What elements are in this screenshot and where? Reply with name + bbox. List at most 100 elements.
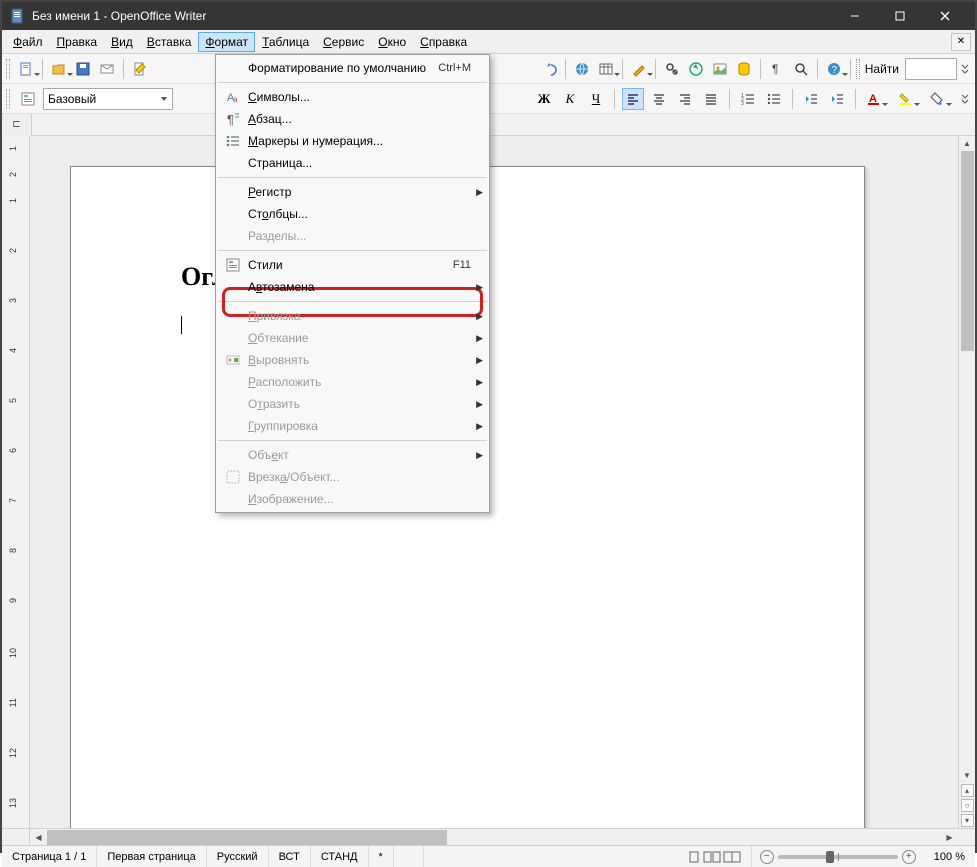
next-page-nav-button[interactable]: ▾ xyxy=(961,814,974,827)
gallery-button[interactable] xyxy=(709,58,731,80)
increase-indent-button[interactable] xyxy=(826,88,848,110)
menu-item-форматированиепоумолчанию[interactable]: Форматирование по умолчаниюCtrl+M xyxy=(216,57,489,79)
menu-item-абзац[interactable]: ¶Абзац... xyxy=(216,108,489,130)
scroll-left-arrow[interactable]: ◀ xyxy=(30,829,47,845)
data-sources-button[interactable] xyxy=(733,58,755,80)
ruler-tick: 5 xyxy=(8,398,18,403)
toolbar-handle[interactable] xyxy=(6,89,10,109)
menu-item-маркерыинумерация[interactable]: Маркеры и нумерация... xyxy=(216,130,489,152)
multi-page-icon[interactable] xyxy=(703,851,721,863)
find-input[interactable] xyxy=(905,58,957,80)
save-button[interactable] xyxy=(72,58,94,80)
book-view-icon[interactable] xyxy=(723,851,741,863)
menu-item-страница[interactable]: Страница... xyxy=(216,152,489,174)
align-justify-button[interactable] xyxy=(700,88,722,110)
menu-item-столбцы[interactable]: Столбцы... xyxy=(216,203,489,225)
paragraph-style-combo[interactable]: Базовый xyxy=(43,88,173,110)
nonprinting-chars-button[interactable]: ¶ xyxy=(766,58,788,80)
background-color-button[interactable] xyxy=(927,88,949,110)
maximize-button[interactable] xyxy=(877,2,922,30)
zoom-button[interactable] xyxy=(790,58,812,80)
language-cell[interactable]: Русский xyxy=(207,846,269,867)
underline-button[interactable]: Ч xyxy=(585,88,607,110)
menu-item-автозамена[interactable]: Автозамена▶ xyxy=(216,276,489,298)
undo-button[interactable] xyxy=(538,58,560,80)
find-toolbar-handle[interactable] xyxy=(856,59,860,79)
hscroll-thumb[interactable] xyxy=(47,830,447,845)
edit-file-button[interactable] xyxy=(129,58,151,80)
menu-правка[interactable]: Правка xyxy=(50,32,105,52)
align-center-button[interactable] xyxy=(648,88,670,110)
menu-вид[interactable]: Вид xyxy=(104,32,140,52)
scroll-up-arrow[interactable]: ▲ xyxy=(960,136,975,151)
menu-item-label: Врезка/Объект... xyxy=(246,470,471,484)
scroll-down-arrow[interactable]: ▼ xyxy=(960,768,975,783)
minimize-button[interactable] xyxy=(832,2,877,30)
styles-window-button[interactable] xyxy=(17,88,39,110)
highlight-button[interactable] xyxy=(895,88,917,110)
menu-справка[interactable]: Справка xyxy=(413,32,474,52)
close-button[interactable] xyxy=(922,2,967,30)
zoom-slider[interactable] xyxy=(778,855,898,859)
table-button[interactable] xyxy=(595,58,617,80)
help-button[interactable]: ? xyxy=(823,58,845,80)
bulleted-list-button[interactable] xyxy=(763,88,785,110)
bold-button[interactable]: Ж xyxy=(533,88,555,110)
menu-item-label: Объект xyxy=(246,448,471,462)
email-button[interactable] xyxy=(96,58,118,80)
new-document-button[interactable] xyxy=(15,58,37,80)
numbered-list-button[interactable]: 123 xyxy=(737,88,759,110)
menu-item-label: Группировка xyxy=(246,419,471,433)
scroll-thumb[interactable] xyxy=(961,151,974,351)
document-area[interactable]: Огл xyxy=(30,136,958,828)
menu-item-label: Стили xyxy=(246,258,453,272)
scroll-track[interactable] xyxy=(960,151,975,768)
align-left-button[interactable] xyxy=(622,88,644,110)
menu-вставка[interactable]: Вставка xyxy=(140,32,199,52)
navigator-button[interactable] xyxy=(685,58,707,80)
navigation-button[interactable]: ○ xyxy=(961,799,974,812)
single-page-icon[interactable] xyxy=(687,851,701,863)
ruler-tick: 11 xyxy=(8,698,18,707)
toolbar-handle[interactable] xyxy=(6,59,10,79)
submenu-arrow-icon: ▶ xyxy=(471,311,483,322)
title-bar: Без имени 1 - OpenOffice Writer xyxy=(2,2,975,30)
find-replace-button[interactable] xyxy=(661,58,683,80)
toolbar-overflow-button[interactable] xyxy=(959,58,971,80)
menu-формат[interactable]: Формат xyxy=(198,32,255,52)
vertical-scrollbar[interactable]: ▲ ▼ ▴ ○ ▾ xyxy=(958,136,975,828)
align-icon xyxy=(220,352,246,368)
menu-item-разделы: Разделы... xyxy=(216,225,489,247)
vertical-ruler[interactable]: 1212345678910111213 xyxy=(2,136,30,828)
zoom-in-button[interactable]: + xyxy=(902,850,916,864)
menu-item-label: Автозамена xyxy=(246,280,471,294)
menu-item-регистр[interactable]: Регистр▶ xyxy=(216,181,489,203)
zoom-value-cell[interactable]: 100 % xyxy=(924,846,975,867)
menu-item-группировка: Группировка▶ xyxy=(216,415,489,437)
menu-таблица[interactable]: Таблица xyxy=(255,32,316,52)
align-right-button[interactable] xyxy=(674,88,696,110)
insert-mode-cell[interactable]: ВСТ xyxy=(269,846,311,867)
page-number-cell[interactable]: Страница 1 / 1 xyxy=(2,846,97,867)
menu-окно[interactable]: Окно xyxy=(371,32,413,52)
decrease-indent-button[interactable] xyxy=(800,88,822,110)
scroll-right-arrow[interactable]: ▶ xyxy=(941,829,958,845)
font-color-button[interactable]: A xyxy=(863,88,885,110)
zoom-out-button[interactable]: − xyxy=(760,850,774,864)
italic-button[interactable]: К xyxy=(559,88,581,110)
hyperlink-button[interactable] xyxy=(571,58,593,80)
menu-файл[interactable]: Файл xyxy=(6,32,50,52)
page-style-cell[interactable]: Первая страница xyxy=(97,846,206,867)
menu-сервис[interactable]: Сервис xyxy=(316,32,371,52)
menu-item-стили[interactable]: СтилиF11 xyxy=(216,254,489,276)
view-layout-cell[interactable] xyxy=(677,846,752,867)
open-button[interactable] xyxy=(48,58,70,80)
draw-functions-button[interactable] xyxy=(628,58,650,80)
selection-mode-cell[interactable]: СТАНД xyxy=(311,846,369,867)
close-document-button[interactable]: ✕ xyxy=(951,33,971,51)
horizontal-scrollbar[interactable]: ◀ ▶ xyxy=(2,828,975,845)
signature-cell[interactable] xyxy=(394,846,424,867)
prev-page-nav-button[interactable]: ▴ xyxy=(961,784,974,797)
toolbar-overflow-button[interactable] xyxy=(959,88,971,110)
menu-item-символы[interactable]: AaСимволы... xyxy=(216,86,489,108)
